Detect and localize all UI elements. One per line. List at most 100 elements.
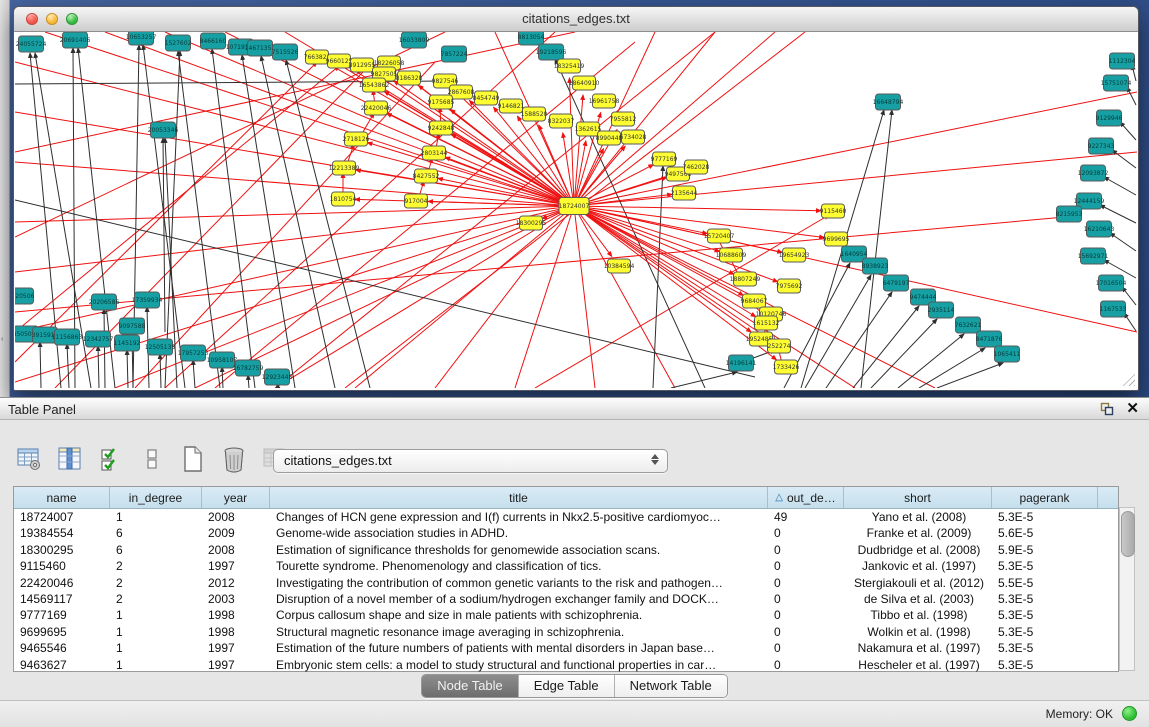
graph-node[interactable]: 1527602 xyxy=(165,35,192,51)
graph-node[interactable]: 18807249 xyxy=(730,272,761,286)
graph-node[interactable]: 15692971 xyxy=(1078,248,1109,264)
graph-node[interactable]: 12505135 xyxy=(145,339,176,355)
table-row[interactable]: 1938455462009Genome-wide association stu… xyxy=(14,525,1118,541)
graph-node[interactable]: 8454749 xyxy=(473,91,500,105)
graph-node[interactable]: 9175685 xyxy=(428,95,455,109)
graph-node[interactable]: 6734028 xyxy=(620,130,647,144)
table-row[interactable]: 1872400712008Changes of HCN gene express… xyxy=(14,509,1118,525)
graph-node[interactable]: 1145192 xyxy=(114,335,141,351)
table-row[interactable]: 1456911722003Disruption of a novel membe… xyxy=(14,591,1118,607)
memory-ok-indicator[interactable] xyxy=(1122,706,1137,721)
network-svg[interactable]: 2405572420691406106532571527602846616010… xyxy=(15,32,1137,388)
table-row[interactable]: 946554611997Estimation of the future num… xyxy=(14,640,1118,656)
column-header-short[interactable]: short xyxy=(844,487,992,508)
graph-node[interactable]: 1167533 xyxy=(1100,301,1127,317)
graph-node[interactable]: 16782759 xyxy=(233,360,264,376)
graph-node[interactable]: 2620506 xyxy=(15,288,35,304)
graph-node[interactable]: 10688609 xyxy=(716,248,747,262)
graph-node[interactable]: 9129946 xyxy=(1096,110,1123,126)
graph-node[interactable]: 12213389 xyxy=(329,161,360,175)
network-window-titlebar[interactable]: citations_edges.txt xyxy=(14,7,1138,32)
graph-node[interactable]: 252274 xyxy=(768,339,791,353)
graph-node[interactable]: 17957253 xyxy=(178,345,209,361)
select-checks-icon[interactable] xyxy=(96,444,126,474)
graph-node[interactable]: 2135644 xyxy=(671,186,698,200)
graph-node[interactable]: 10384594 xyxy=(604,259,635,273)
delete-icon[interactable] xyxy=(219,444,249,474)
column-header-year[interactable]: year xyxy=(202,487,270,508)
graph-node[interactable]: 8322037 xyxy=(548,114,575,128)
graph-node[interactable]: 6479197 xyxy=(883,275,910,291)
graph-node[interactable]: 1615132 xyxy=(753,316,780,330)
float-window-icon[interactable] xyxy=(1100,402,1114,416)
graph-node[interactable]: 22420046 xyxy=(361,101,392,115)
collapsed-left-panel[interactable]: ‹ xyxy=(0,0,10,397)
graph-node[interactable]: 16033809 xyxy=(399,32,430,48)
graph-node[interactable]: 9777169 xyxy=(651,152,678,166)
graph-node[interactable]: 18300295 xyxy=(516,216,547,230)
table-options-icon[interactable] xyxy=(14,444,44,474)
column-header-pagerank[interactable]: pagerank xyxy=(992,487,1098,508)
graph-node[interactable]: 9115460 xyxy=(820,204,847,218)
column-header-out_de[interactable]: △out_de… xyxy=(768,487,844,508)
table-scrollbar[interactable] xyxy=(1119,507,1135,671)
graph-node[interactable]: 8813054 xyxy=(518,32,545,45)
graph-node[interactable]: 8912955 xyxy=(349,58,376,72)
graph-node[interactable]: 1112304 xyxy=(1109,53,1136,69)
graph-node[interactable]: 16961758 xyxy=(589,94,620,108)
graph-node[interactable]: 7975692 xyxy=(776,279,803,293)
table-row[interactable]: 946362711997Embryonic stem cells: a mode… xyxy=(14,657,1118,673)
tab-network-table[interactable]: Network Table xyxy=(615,675,727,697)
graph-node[interactable]: 9227343 xyxy=(1088,138,1115,154)
graph-node[interactable]: 7632621 xyxy=(955,317,982,333)
graph-node[interactable]: 12093872 xyxy=(1078,165,1109,181)
graph-node[interactable]: 16648794 xyxy=(873,94,904,110)
row-height-icon[interactable] xyxy=(137,444,167,474)
graph-node[interactable]: 17016504 xyxy=(1096,275,1127,291)
column-header-title[interactable]: title xyxy=(270,487,768,508)
graph-node[interactable]: 7462028 xyxy=(683,160,710,174)
graph-node[interactable]: 2718126 xyxy=(343,132,370,146)
panel-expand-arrow-icon[interactable]: ‹ xyxy=(1,336,3,343)
graph-node[interactable]: 18640910 xyxy=(569,76,600,90)
graph-node[interactable]: 8215953 xyxy=(1056,206,1083,222)
graph-node[interactable]: 24055724 xyxy=(16,36,47,52)
graph-node[interactable]: 20206586 xyxy=(89,294,120,310)
tab-node-table[interactable]: Node Table xyxy=(422,675,519,697)
graph-node[interactable]: 8427552 xyxy=(413,169,440,183)
graph-node[interactable]: 8466160 xyxy=(200,33,227,49)
table-row[interactable]: 2242004622012Investigating the contribut… xyxy=(14,575,1118,591)
table-row[interactable]: 1830029562008Estimation of significance … xyxy=(14,542,1118,558)
graph-node[interactable]: 17359934 xyxy=(132,292,163,308)
graph-node[interactable]: 19218596 xyxy=(536,44,567,60)
graph-node[interactable]: 2935114 xyxy=(928,302,955,318)
graph-node[interactable]: 8990448 xyxy=(596,131,623,145)
table-row[interactable]: 969969511998Structural magnetic resonanc… xyxy=(14,624,1118,640)
graph-node[interactable]: 8938923 xyxy=(862,258,889,274)
table-select-dropdown[interactable]: citations_edges.txt xyxy=(273,449,668,473)
graph-node[interactable]: 1065411 xyxy=(994,346,1021,362)
graph-node[interactable]: 9097588 xyxy=(119,318,146,334)
graph-node[interactable]: 20691406 xyxy=(60,32,91,48)
graph-node[interactable]: 8471876 xyxy=(976,331,1003,347)
new-table-icon[interactable] xyxy=(178,444,208,474)
graph-node[interactable]: 14196141 xyxy=(726,355,757,371)
tab-edge-table[interactable]: Edge Table xyxy=(519,675,615,697)
graph-node[interactable]: 9242848 xyxy=(428,121,455,135)
graph-node[interactable]: 18724007 xyxy=(559,198,590,215)
graph-node[interactable]: 15751074 xyxy=(1101,75,1132,91)
graph-node[interactable]: 8186328 xyxy=(396,71,423,85)
graph-node[interactable]: 12342757 xyxy=(83,331,114,347)
graph-node[interactable]: 9684067 xyxy=(741,294,768,308)
close-panel-icon[interactable]: ✕ xyxy=(1126,401,1139,416)
graph-node[interactable]: 19654923 xyxy=(779,248,810,262)
graph-node[interactable]: 16210643 xyxy=(1084,221,1115,237)
graph-node[interactable]: 917004 xyxy=(405,194,428,208)
network-window[interactable]: citations_edges.txt 24055724 20691406 1065… xyxy=(13,6,1139,391)
network-view[interactable]: 2405572420691406106532571527602846616010… xyxy=(15,32,1137,388)
graph-node[interactable]: 12923448 xyxy=(262,369,293,385)
table-row[interactable]: 977716911998Corpus callosum shape and si… xyxy=(14,607,1118,623)
graph-node[interactable]: 18325419 xyxy=(554,59,585,73)
column-header-in_degree[interactable]: in_degree xyxy=(110,487,202,508)
graph-node[interactable]: 1810754 xyxy=(330,192,357,206)
